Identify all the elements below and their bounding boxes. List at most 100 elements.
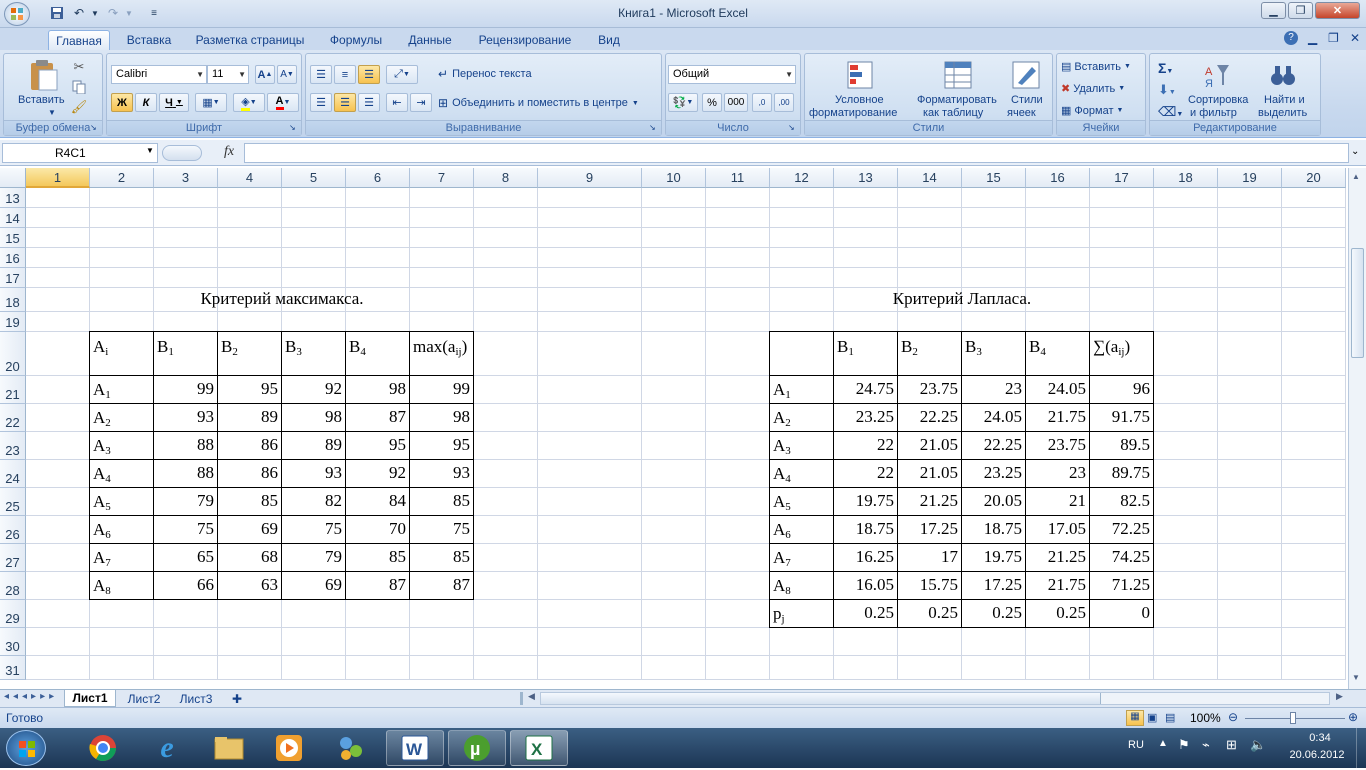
column-header[interactable]: 19 [1218,168,1282,188]
maximax-header-cell[interactable]: B3 [281,331,346,376]
laplace-value-cell[interactable]: 91.75 [1089,403,1154,432]
clear-icon[interactable]: ⌫▼ [1158,104,1183,120]
laplace-value-cell[interactable]: 71.25 [1089,571,1154,600]
network-tray-icon[interactable]: ⊞ [1226,737,1237,753]
zoom-level[interactable]: 100% [1190,711,1221,725]
maximax-value-cell[interactable]: 85 [409,543,474,572]
action-center-icon[interactable]: ⚑ [1178,737,1190,753]
maximax-value-cell[interactable]: 85 [345,543,410,572]
format-painter-icon[interactable]: 🖌 [70,98,88,116]
maximax-header-cell[interactable]: B4 [345,331,410,376]
laplace-value-cell[interactable]: 24.05 [1025,375,1090,404]
laplace-row-label[interactable]: A6 [769,515,834,544]
decrease-indent-icon[interactable]: ⇤ [386,93,408,112]
row-header[interactable]: 27 [0,544,26,572]
laplace-value-cell[interactable]: 22.25 [961,431,1026,460]
maximax-value-cell[interactable]: 66 [153,571,218,600]
laplace-header-cell[interactable]: B4 [1025,331,1090,376]
column-header[interactable]: 6 [346,168,410,188]
laplace-value-cell[interactable]: 22.25 [897,403,962,432]
horizontal-scrollbar[interactable] [540,692,1330,705]
paste-icon[interactable] [26,58,60,92]
sheet-tab-2[interactable]: Лист2 [120,690,168,707]
laplace-value-cell[interactable]: 82.5 [1089,487,1154,516]
laplace-row-label[interactable]: A8 [769,571,834,600]
laplace-row-label[interactable]: A5 [769,487,834,516]
laplace-value-cell[interactable]: 17.25 [897,515,962,544]
row-header[interactable]: 13 [0,188,26,208]
delete-cells-button[interactable]: ✖ Удалить ▼ [1061,82,1125,96]
scroll-down-icon[interactable]: ▼ [1352,673,1360,682]
close-button[interactable]: ✕ [1315,2,1360,19]
currency-icon[interactable]: 💱 ▼ [668,93,698,112]
maximax-value-cell[interactable]: 93 [409,459,474,488]
laplace-value-cell[interactable]: 18.75 [961,515,1026,544]
cell-styles-label-1[interactable]: Стили [1011,94,1043,106]
usb-device-icon[interactable]: ⌁ [1202,737,1210,753]
align-middle-icon[interactable]: ≡ [334,65,356,84]
laplace-value-cell[interactable]: 72.25 [1089,515,1154,544]
sheet-tab-3[interactable]: Лист3 [172,690,220,707]
column-header[interactable]: 7 [410,168,474,188]
laplace-value-cell[interactable]: 17 [897,543,962,572]
font-color-button[interactable]: A ▼ [267,93,299,112]
maximax-value-cell[interactable]: 98 [281,403,346,432]
laplace-value-cell[interactable]: 22 [833,459,898,488]
grow-font-button[interactable]: A ▲ [255,65,275,84]
laplace-value-cell[interactable]: 96 [1089,375,1154,404]
maximax-row-label[interactable]: A4 [89,459,154,488]
insert-function-icon[interactable]: fx [224,144,234,160]
laplace-value-cell[interactable]: 89.5 [1089,431,1154,460]
row-header[interactable]: 18 [0,288,26,312]
maximax-value-cell[interactable]: 84 [345,487,410,516]
clipboard-launcher-icon[interactable]: ↘ [90,123,97,132]
fill-color-button[interactable]: ◈ ▼ [233,93,265,112]
zoom-out-icon[interactable]: ⊖ [1228,710,1238,724]
column-header[interactable]: 5 [282,168,346,188]
maximax-value-cell[interactable]: 75 [409,515,474,544]
internet-explorer-taskbar-icon[interactable]: e [138,730,196,766]
row-header[interactable]: 16 [0,248,26,268]
tab-home[interactable]: Главная [48,30,110,50]
laplace-value-cell[interactable]: 16.25 [833,543,898,572]
conditional-formatting-icon[interactable] [845,60,875,90]
explorer-taskbar-icon[interactable] [200,730,258,766]
maximax-value-cell[interactable]: 95 [217,375,282,404]
row-header[interactable]: 20 [0,332,26,376]
copy-icon[interactable] [70,78,88,96]
cut-icon[interactable]: ✂ [70,58,88,76]
formula-bar-splitter[interactable] [162,145,202,161]
maximax-value-cell[interactable]: 79 [281,543,346,572]
find-select-icon[interactable] [1268,60,1298,90]
workbook-close-icon[interactable]: ✕ [1350,31,1360,45]
zoom-slider-thumb[interactable] [1290,712,1296,724]
maximax-value-cell[interactable]: 93 [153,403,218,432]
maximax-value-cell[interactable]: 79 [153,487,218,516]
maximax-row-label[interactable]: A8 [89,571,154,600]
maximax-header-cell[interactable]: Ai [89,331,154,376]
page-layout-view-icon[interactable]: ▣ [1147,711,1157,724]
column-header[interactable]: 17 [1090,168,1154,188]
maximax-value-cell[interactable]: 99 [409,375,474,404]
column-header[interactable]: 11 [706,168,770,188]
row-header[interactable]: 15 [0,228,26,248]
format-cells-button[interactable]: ▦ Формат ▼ [1061,104,1123,118]
font-name-combo[interactable]: Calibri ▼ [111,65,207,84]
font-launcher-icon[interactable]: ↘ [289,123,296,132]
excel-taskbar-icon[interactable]: X [510,730,568,766]
tab-page-layout[interactable]: Разметка страницы [190,30,310,50]
laplace-value-cell[interactable]: 0.25 [897,599,962,628]
maximax-value-cell[interactable]: 75 [281,515,346,544]
column-header[interactable]: 2 [90,168,154,188]
laplace-value-cell[interactable]: 74.25 [1089,543,1154,572]
column-header[interactable]: 18 [1154,168,1218,188]
media-player-taskbar-icon[interactable] [260,730,318,766]
alignment-launcher-icon[interactable]: ↘ [649,123,656,132]
maximax-header-cell[interactable]: B2 [217,331,282,376]
format-as-table-icon[interactable] [943,60,973,90]
formula-input[interactable] [244,143,1349,163]
row-header[interactable]: 24 [0,460,26,488]
column-header[interactable]: 10 [642,168,706,188]
row-header[interactable]: 17 [0,268,26,288]
cell-styles-label-2[interactable]: ячеек [1007,107,1036,119]
